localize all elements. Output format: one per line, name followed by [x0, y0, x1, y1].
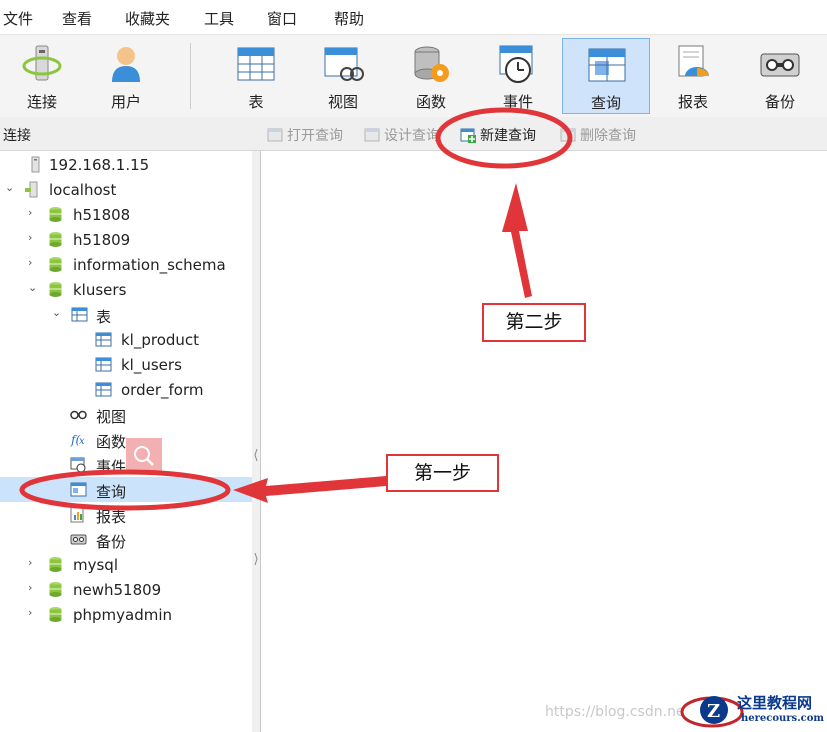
step2-arrow-icon	[502, 183, 532, 298]
annotation-overlay	[19, 107, 573, 511]
logo-domain: herecours.com	[741, 713, 825, 724]
step2-highlight-ellipse	[435, 107, 573, 169]
watermark-text: https://blog.csdn.ne	[545, 704, 685, 720]
step1-callout: 第一步	[386, 454, 499, 492]
logo-title: 这里教程网	[737, 694, 813, 712]
step1-highlight-ellipse	[19, 469, 231, 511]
svg-text:Z: Z	[707, 701, 720, 722]
step2-callout: 第二步	[482, 303, 586, 342]
step1-arrow-icon	[233, 476, 386, 503]
